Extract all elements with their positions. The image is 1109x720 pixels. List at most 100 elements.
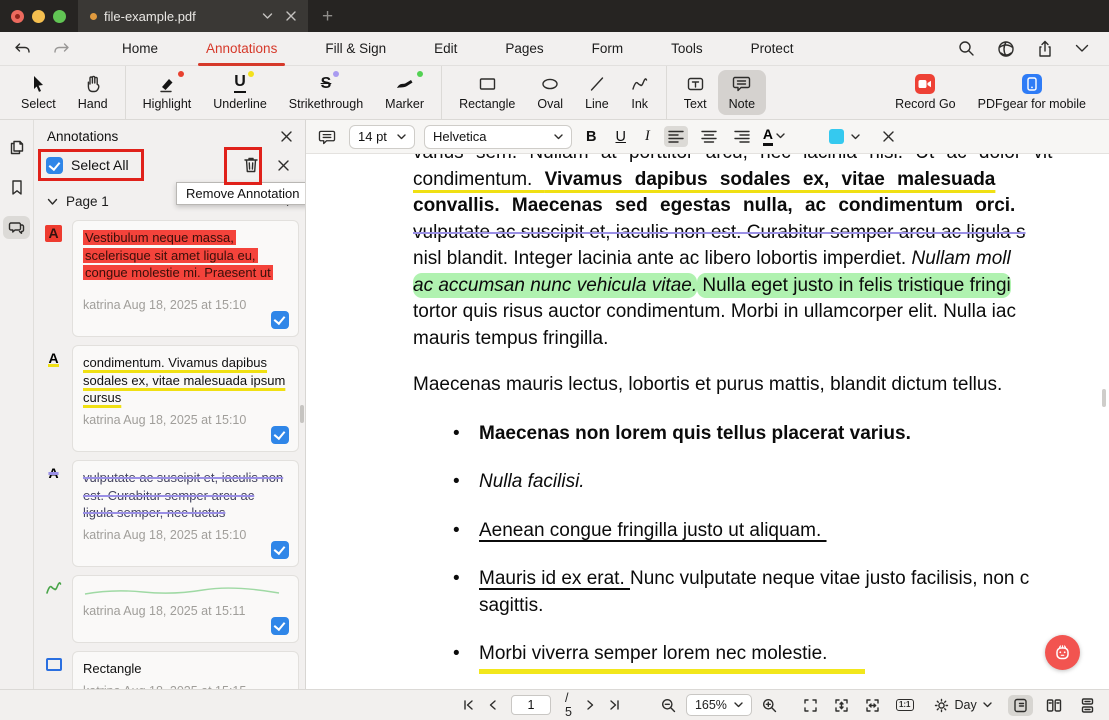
panel-scrollbar-thumb[interactable] [300, 405, 304, 423]
annotation-card[interactable]: vulputate ac suscipit et, iaculis non es… [72, 460, 299, 567]
tab-close-icon[interactable] [286, 11, 296, 21]
annotation-card[interactable]: condimentum. Vivamus dapibus sodales ex,… [72, 345, 299, 452]
menu-edit[interactable]: Edit [410, 32, 481, 66]
remove-annotation-trash-icon[interactable] [243, 156, 259, 174]
panel-close-icon[interactable] [281, 131, 292, 142]
menu-annotations[interactable]: Annotations [182, 32, 301, 66]
annotation-card[interactable]: Vestibulum neque massa, scelerisque sit … [72, 220, 299, 337]
zoom-window-button[interactable] [53, 10, 66, 23]
document-page[interactable]: varius sem. Nullam at porttitor arcu, ne… [306, 154, 1109, 689]
annotations-panel-icon[interactable] [3, 216, 30, 239]
tab-chevron-down-icon[interactable] [262, 12, 273, 20]
minimize-window-button[interactable] [32, 10, 45, 23]
ai-assistant-button[interactable] [1045, 635, 1080, 670]
fit-page-icon[interactable] [803, 698, 818, 713]
annotation-checkbox[interactable] [271, 426, 289, 444]
annotation-list: A Vestibulum neque massa, scelerisque si… [40, 220, 299, 689]
close-window-button[interactable] [11, 10, 24, 23]
annotation-card[interactable]: katrina Aug 18, 2025 at 15:11 [72, 575, 299, 643]
menu-pages[interactable]: Pages [481, 32, 567, 66]
document-scrollbar-thumb[interactable] [1102, 389, 1106, 407]
oval-tool[interactable]: Oval [526, 70, 574, 115]
unsaved-indicator-dot [90, 13, 97, 20]
note-format-bar: 14 pt Helvetica B U I A [306, 120, 1109, 154]
hand-tool[interactable]: Hand [67, 70, 119, 115]
menu-fill-sign[interactable]: Fill & Sign [301, 32, 410, 66]
menu-form[interactable]: Form [568, 32, 648, 66]
redo-button[interactable] [53, 41, 70, 57]
undo-button[interactable] [14, 41, 31, 57]
align-left-button[interactable] [664, 126, 688, 147]
annotation-checkbox[interactable] [271, 541, 289, 559]
fit-height-icon[interactable] [834, 698, 849, 713]
actual-size-icon[interactable]: 1:1 [896, 699, 914, 711]
deselect-icon[interactable] [278, 160, 289, 171]
day-mode-select[interactable]: Day [934, 698, 992, 713]
align-right-button[interactable] [730, 126, 754, 147]
annotation-checkbox[interactable] [271, 311, 289, 329]
document-tab[interactable]: file-example.pdf [78, 0, 308, 32]
new-tab-button[interactable]: + [308, 7, 347, 26]
rectangle-icon [478, 74, 497, 93]
day-mode-label: Day [955, 698, 977, 712]
zoom-out-icon[interactable] [661, 698, 676, 713]
select-all-checkbox[interactable] [46, 157, 63, 174]
rectangle-tool[interactable]: Rectangle [448, 70, 526, 115]
select-tool[interactable]: Select [10, 70, 67, 115]
continuous-scroll-view-icon[interactable] [1075, 695, 1100, 716]
remove-annotation-tooltip: Remove Annotation [176, 182, 306, 205]
annotation-card[interactable]: Rectangle katrina Aug 18, 2025 at 15:15 [72, 651, 299, 689]
previous-page-button[interactable] [488, 699, 497, 711]
menu-protect[interactable]: Protect [727, 32, 818, 66]
line-tool[interactable]: Line [574, 70, 620, 115]
menu-home[interactable]: Home [98, 32, 182, 66]
fit-width-icon[interactable] [865, 698, 880, 713]
zoom-in-icon[interactable] [762, 698, 777, 713]
first-page-button[interactable] [462, 699, 474, 711]
next-page-button[interactable] [586, 699, 595, 711]
annotation-list-item[interactable]: A Vestibulum neque massa, scelerisque si… [40, 220, 299, 337]
page-number-input[interactable] [511, 695, 551, 715]
bold-button[interactable]: B [581, 129, 601, 145]
marker-tool[interactable]: Marker [374, 70, 435, 115]
font-family-select[interactable]: Helvetica [424, 125, 572, 149]
note-comment-icon[interactable] [318, 129, 336, 145]
search-icon[interactable] [958, 40, 975, 57]
annotation-meta: katrina Aug 18, 2025 at 15:10 [83, 298, 288, 312]
page-total-label: / 5 [565, 691, 572, 719]
font-size-select[interactable]: 14 pt [349, 125, 415, 149]
font-color-button[interactable]: A [763, 127, 785, 145]
thumbnails-panel-icon[interactable] [4, 134, 29, 159]
page-group-label: Page 1 [66, 194, 109, 209]
pdfgear-mobile-button[interactable]: PDFgear for mobile [967, 70, 1097, 115]
format-bar-close-icon[interactable] [883, 131, 894, 142]
annotation-list-item[interactable]: A vulputate ac suscipit et, iaculis non … [40, 460, 299, 567]
record-go-button[interactable]: Record Go [884, 70, 966, 115]
italic-button[interactable]: I [640, 128, 655, 145]
underline-tool[interactable]: U Underline [202, 70, 278, 115]
highlight-tool[interactable]: Highlight [132, 70, 203, 115]
annotation-text: Rectangle [83, 660, 288, 678]
annotation-list-item[interactable]: A katrina Aug 18, 2025 at 15:11 [40, 575, 299, 643]
bookmarks-panel-icon[interactable] [6, 175, 28, 200]
single-page-view-icon[interactable] [1008, 695, 1033, 716]
last-page-button[interactable] [609, 699, 621, 711]
mobile-phone-icon [1022, 74, 1042, 93]
annotation-list-item[interactable]: A condimentum. Vivamus dapibus sodales e… [40, 345, 299, 452]
support-icon[interactable] [997, 40, 1015, 58]
note-color-button[interactable] [829, 129, 860, 144]
align-center-button[interactable] [697, 126, 721, 147]
zoom-level-select[interactable]: 165% [686, 694, 752, 716]
text-tool[interactable]: Text [673, 70, 718, 115]
menu-tools[interactable]: Tools [647, 32, 727, 66]
annotation-checkbox[interactable] [271, 617, 289, 635]
panel-title: Annotations [47, 129, 118, 144]
share-icon[interactable] [1037, 40, 1053, 58]
two-page-view-icon[interactable] [1041, 695, 1067, 716]
note-tool[interactable]: Note [718, 70, 766, 115]
collapse-toolbar-chevron-icon[interactable] [1075, 44, 1089, 53]
annotation-list-item[interactable]: A Rectangle katrina Aug 18, 2025 at 15:1… [40, 651, 299, 689]
strikethrough-tool[interactable]: S Strikethrough [278, 70, 374, 115]
underline-button[interactable]: U [610, 129, 630, 145]
ink-tool[interactable]: Ink [620, 70, 660, 115]
